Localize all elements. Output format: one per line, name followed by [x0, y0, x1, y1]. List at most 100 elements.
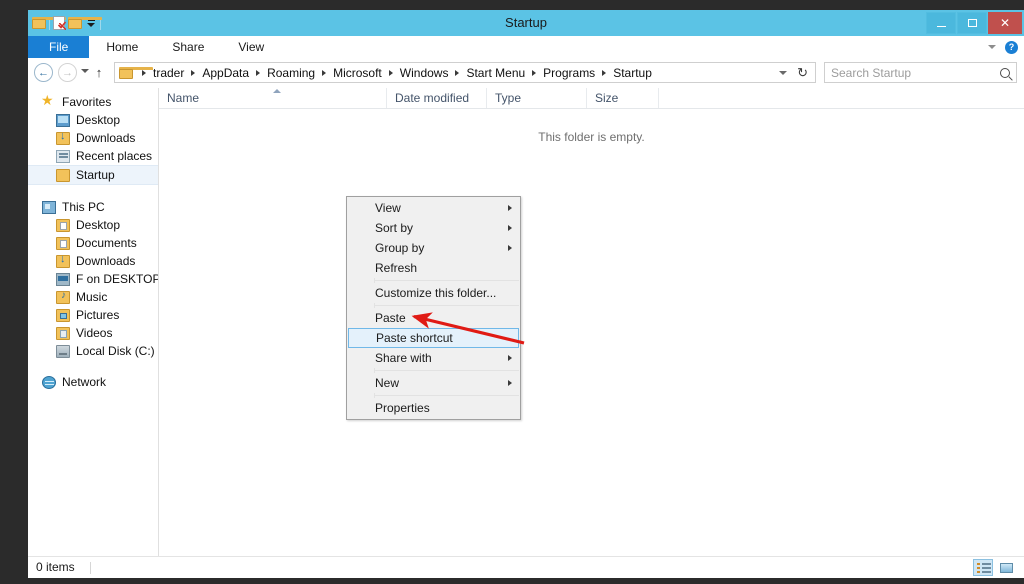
maximize-button[interactable] — [957, 12, 987, 34]
tab-view[interactable]: View — [221, 36, 281, 58]
sidebar-item-network-drive-f[interactable]: F on DESKTOP-SUKI — [28, 270, 158, 288]
breadcrumb-item-roaming[interactable]: Roaming — [265, 66, 317, 80]
sidebar-group-this-pc[interactable]: This PC — [28, 198, 158, 216]
context-menu-label: Share with — [375, 351, 432, 365]
sidebar-item-label: Desktop — [76, 218, 121, 232]
sidebar-item-label: Recent places — [76, 149, 153, 163]
column-label: Type — [495, 91, 522, 105]
column-header-size[interactable]: Size — [587, 88, 659, 108]
sidebar-group-network[interactable]: Network — [28, 373, 158, 391]
sidebar-item-label: Pictures — [76, 308, 120, 322]
address-bar-right: ↻ — [779, 66, 815, 79]
context-menu-item-view[interactable]: View — [347, 198, 520, 218]
breadcrumb-item-start-menu[interactable]: Start Menu — [464, 66, 527, 80]
context-menu-item-customize-this-folder[interactable]: Customize this folder... — [347, 283, 520, 303]
navigation-pane[interactable]: Favorites Desktop Downloads Recent place… — [28, 88, 159, 556]
context-menu-label: Paste — [375, 311, 406, 325]
sidebar-item-pc-desktop[interactable]: Desktop — [28, 216, 158, 234]
address-folder-icon — [119, 66, 153, 79]
view-mode-buttons — [973, 559, 1016, 576]
star-icon — [41, 92, 56, 109]
context-menu-separator — [374, 305, 519, 306]
sidebar-group-label: Network — [62, 375, 107, 389]
context-menu-label: Customize this folder... — [375, 286, 497, 300]
close-button[interactable]: ✕ — [988, 12, 1022, 34]
explorer-window: Startup ✕ File Home Share View ? ← → ↑ t… — [28, 10, 1024, 578]
breadcrumb-item-startup[interactable]: Startup — [611, 66, 654, 80]
large-icons-view-button[interactable] — [996, 559, 1016, 576]
sidebar-item-label: Documents — [76, 236, 137, 250]
empty-folder-message: This folder is empty. — [538, 130, 645, 144]
sidebar-item-label: Downloads — [76, 254, 136, 268]
column-header-date-modified[interactable]: Date modified — [387, 88, 487, 108]
refresh-icon[interactable]: ↻ — [797, 66, 808, 79]
context-menu-item-refresh[interactable]: Refresh — [347, 258, 520, 278]
tab-share[interactable]: Share — [155, 36, 221, 58]
breadcrumb-separator — [602, 69, 607, 76]
context-menu-item-sort-by[interactable]: Sort by — [347, 218, 520, 238]
breadcrumb-item-trader[interactable]: trader — [151, 66, 186, 80]
address-bar[interactable]: trader AppData Roaming Microsoft Windows… — [114, 62, 816, 83]
breadcrumb-separator — [256, 69, 261, 76]
details-view-button[interactable] — [973, 559, 993, 576]
context-menu-item-group-by[interactable]: Group by — [347, 238, 520, 258]
breadcrumb-item-microsoft[interactable]: Microsoft — [331, 66, 384, 80]
breadcrumb-separator — [191, 69, 196, 76]
breadcrumb-separator — [142, 69, 146, 76]
help-icon[interactable]: ? — [1005, 40, 1018, 54]
recent-locations-icon[interactable] — [81, 69, 89, 73]
context-menu-label: Paste shortcut — [376, 331, 453, 345]
sidebar-group-favorites[interactable]: Favorites — [28, 92, 158, 111]
sidebar-item-pc-downloads[interactable]: Downloads — [28, 252, 158, 270]
window-title: Startup — [505, 15, 547, 30]
sidebar-item-pictures[interactable]: Pictures — [28, 306, 158, 324]
sidebar-item-videos[interactable]: Videos — [28, 324, 158, 342]
address-dropdown-icon[interactable] — [779, 70, 788, 75]
column-header-name[interactable]: Name — [159, 88, 387, 108]
network-icon — [42, 375, 56, 389]
context-menu-item-share-with[interactable]: Share with — [347, 348, 520, 368]
sidebar-item-startup[interactable]: Startup — [28, 165, 158, 185]
context-menu-label: Group by — [375, 241, 425, 255]
tab-file[interactable]: File — [28, 36, 90, 58]
context-menu-item-properties[interactable]: Properties — [347, 398, 520, 418]
sidebar-item-documents[interactable]: Documents — [28, 234, 158, 252]
search-input[interactable]: Search Startup — [831, 66, 1000, 80]
breadcrumb-item-windows[interactable]: Windows — [398, 66, 451, 80]
column-header-type[interactable]: Type — [487, 88, 587, 108]
sidebar-item-label: Music — [76, 290, 108, 304]
tab-home[interactable]: Home — [89, 36, 155, 58]
context-menu-item-new[interactable]: New — [347, 373, 520, 393]
minimize-button[interactable] — [926, 12, 956, 34]
sidebar-item-desktop[interactable]: Desktop — [28, 111, 158, 129]
context-menu-label: Sort by — [375, 221, 414, 235]
forward-button[interactable]: → — [58, 63, 77, 82]
breadcrumb-item-programs[interactable]: Programs — [541, 66, 597, 80]
search-icon[interactable] — [1000, 67, 1010, 78]
search-box[interactable]: Search Startup — [824, 62, 1017, 83]
context-menu[interactable]: View Sort by Group by Refresh Customize … — [346, 196, 521, 420]
sidebar-item-local-disk-c[interactable]: Local Disk (C:) — [28, 342, 158, 360]
breadcrumb-item-appdata[interactable]: AppData — [200, 66, 251, 80]
sidebar-item-label: Videos — [76, 326, 113, 340]
context-menu-label: New — [375, 376, 400, 390]
recent-places-icon — [56, 149, 70, 163]
folder-icon — [56, 168, 70, 182]
status-divider — [90, 562, 91, 574]
sidebar-item-downloads[interactable]: Downloads — [28, 129, 158, 147]
context-menu-item-paste-shortcut[interactable]: Paste shortcut — [348, 328, 519, 348]
window-controls: ✕ — [926, 10, 1024, 36]
downloads-folder-icon — [56, 253, 70, 268]
sidebar-item-music[interactable]: Music — [28, 288, 158, 306]
sidebar-item-label: Startup — [76, 168, 115, 182]
back-button[interactable]: ← — [34, 63, 53, 82]
desktop-icon — [56, 113, 70, 127]
file-list-area[interactable]: Name Date modified Type Size This folder… — [159, 88, 1024, 556]
context-menu-item-paste[interactable]: Paste — [347, 308, 520, 328]
pictures-folder-icon — [56, 308, 70, 322]
up-button[interactable]: ↑ — [91, 64, 107, 81]
chevron-down-icon[interactable] — [988, 45, 996, 49]
sidebar-item-recent-places[interactable]: Recent places — [28, 147, 158, 165]
